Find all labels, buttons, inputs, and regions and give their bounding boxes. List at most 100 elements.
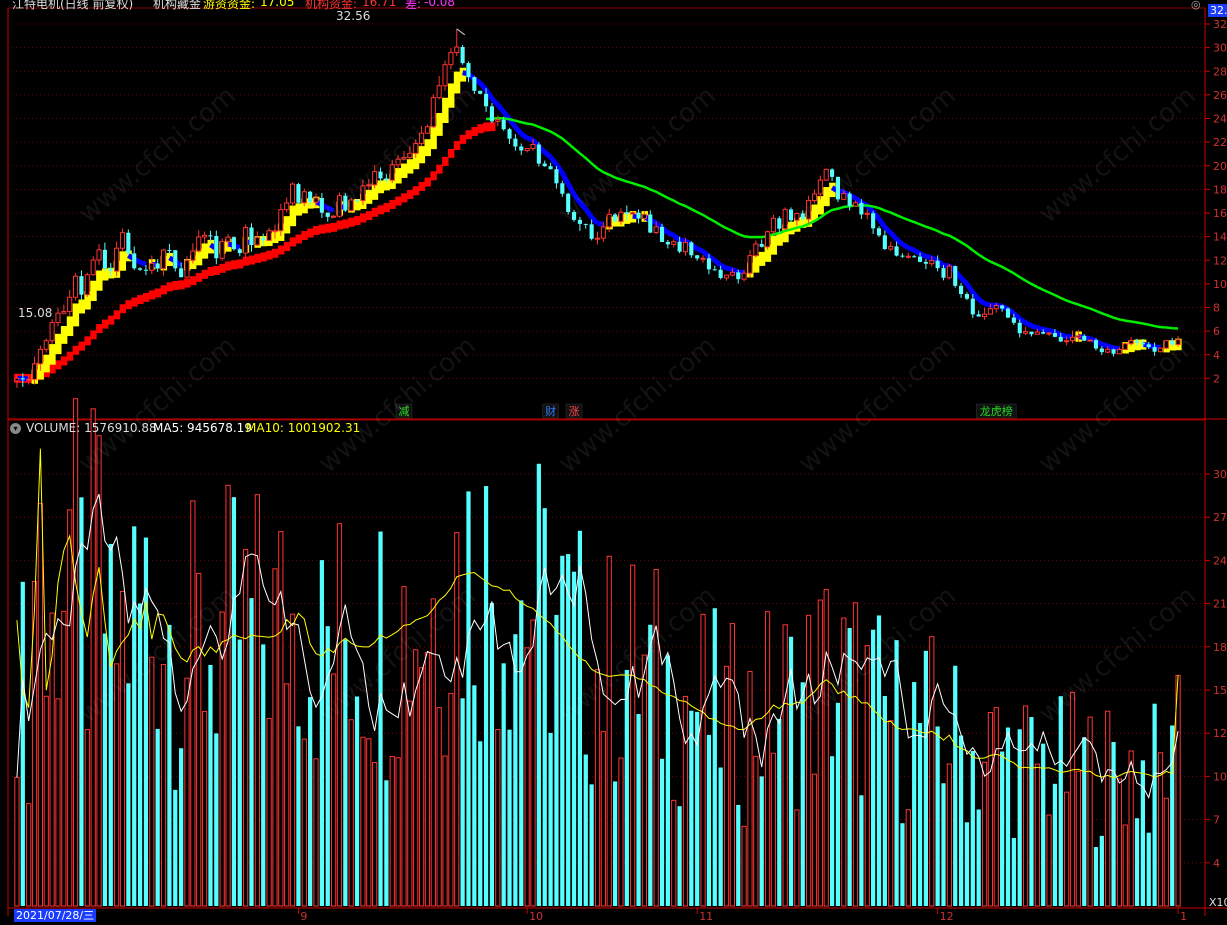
candle-body — [443, 65, 447, 86]
volume-axis-label: 24 — [1213, 554, 1227, 567]
candle-body — [1024, 332, 1028, 334]
price-axis-label: 26 — [1213, 89, 1227, 102]
fast-ribbon-block — [90, 281, 96, 301]
volume-bar — [578, 531, 582, 906]
candle-body — [982, 314, 986, 316]
volume-bar — [1100, 836, 1104, 906]
volume-bar — [1135, 818, 1139, 906]
fast-ribbon-block — [448, 83, 454, 107]
volume-bar — [654, 570, 658, 906]
volume-bar — [941, 783, 945, 906]
candle-body — [994, 306, 998, 309]
date-label: 2021/07/28/三 — [14, 909, 96, 922]
volume-bar — [642, 655, 646, 906]
collapse-icon[interactable]: ▾ — [10, 423, 21, 434]
candle-body — [701, 258, 705, 259]
slow-ribbon-block — [108, 316, 114, 325]
candle-body — [1129, 341, 1133, 344]
candle-body — [214, 236, 218, 258]
candle-body — [918, 257, 922, 262]
ma10-label: MA10: 1001902.31 — [246, 421, 360, 435]
candle-body — [126, 233, 130, 254]
candle-body — [27, 379, 31, 380]
fast-ribbon-block — [49, 344, 55, 365]
volume-bar — [27, 804, 31, 906]
candle-body — [203, 235, 207, 237]
slow-ribbon-block — [49, 365, 55, 374]
volume-bar — [290, 614, 294, 906]
candle-body — [766, 232, 770, 247]
candle-body — [941, 268, 945, 278]
volume-bar — [965, 822, 969, 906]
x10-label: X10 — [1209, 896, 1227, 909]
candle-body — [1018, 323, 1022, 333]
candle-body — [1082, 336, 1086, 341]
volume-bar — [613, 781, 617, 906]
volume-bar — [21, 582, 25, 906]
volume-bar — [361, 737, 365, 906]
candle-body — [654, 227, 658, 233]
candle-body — [578, 220, 582, 224]
volume-bar — [337, 524, 341, 906]
volume-bar — [431, 599, 435, 906]
slow-ribbon-block — [290, 237, 296, 246]
volume-bar — [331, 674, 335, 906]
candle-body — [326, 213, 330, 217]
slow-ribbon-block — [372, 208, 378, 217]
candle-body — [930, 261, 934, 264]
volume-bar — [308, 697, 312, 906]
volume-bar — [185, 678, 189, 906]
fast-ribbon-block — [120, 251, 126, 270]
fast-trend-line-segment — [721, 265, 727, 268]
volume-bar — [167, 625, 171, 906]
candle-body — [789, 209, 793, 220]
candle-body — [554, 169, 558, 183]
candle-body — [1117, 350, 1121, 354]
fast-ribbon-block — [419, 146, 425, 163]
volume-bar — [115, 664, 119, 906]
fast-ribbon-block — [770, 236, 776, 255]
price-axis-label: 4 — [1213, 349, 1220, 362]
candle-body — [402, 158, 406, 160]
candle-body — [349, 200, 353, 211]
volume-bar — [15, 777, 19, 906]
volume-bar — [748, 671, 752, 906]
volume-bar — [660, 759, 664, 906]
fast-ribbon-block — [401, 164, 407, 178]
high-price-label: 32.56 — [336, 9, 370, 23]
volume-axis-label: 27 — [1213, 511, 1227, 524]
volume-bar — [109, 544, 113, 906]
volume-bar — [355, 696, 359, 906]
volume-bar — [1065, 792, 1069, 906]
volume-bar — [1111, 742, 1115, 906]
fast-trend-line-segment — [1037, 328, 1043, 330]
candle-body — [320, 198, 324, 213]
volume-bar — [367, 739, 371, 906]
candle-body — [1076, 336, 1080, 337]
candle-body — [760, 244, 764, 247]
volume-bar — [455, 533, 459, 906]
volume-axis-label: 21 — [1213, 598, 1227, 611]
candle-body — [367, 185, 371, 186]
volume-bar — [584, 755, 588, 906]
volume-bar — [818, 600, 822, 906]
candle-body — [818, 180, 822, 194]
candle-body — [1123, 344, 1127, 350]
slow-ribbon-block — [155, 288, 161, 297]
candle-body — [74, 276, 78, 297]
candle-body — [373, 172, 377, 185]
volume-bar — [461, 698, 465, 906]
volume-bar — [126, 683, 130, 906]
settings-icon[interactable]: ◎ — [1191, 0, 1205, 10]
candle-body — [1053, 333, 1057, 337]
candle-body — [115, 248, 119, 271]
volume-bar — [1018, 729, 1022, 906]
volume-bar — [1117, 779, 1121, 906]
candle-body — [1029, 332, 1033, 335]
candle-body — [783, 209, 787, 228]
fast-ribbon-block — [430, 126, 436, 149]
candle-body — [883, 235, 887, 249]
volume-bar — [1152, 704, 1156, 906]
fast-ribbon-block — [43, 355, 49, 373]
fast-ribbon-block — [425, 139, 431, 156]
